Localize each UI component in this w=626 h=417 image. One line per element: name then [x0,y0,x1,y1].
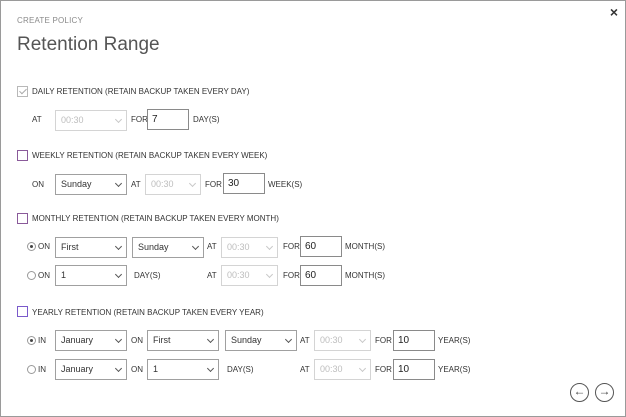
yearly-day-value: Sunday [231,335,262,345]
chevron-down-icon [284,335,293,344]
daily-for-label: FOR [131,115,148,124]
yearly-row2-in-label: IN [38,365,46,374]
monthly-row1-time-select[interactable]: 00:30 [221,237,278,258]
yearly-row1-at-label: AT [300,336,310,345]
monthly-row1-time-value: 00:30 [227,242,250,252]
yearly-retention-checkbox[interactable] [17,306,28,317]
yearly-row2-time-select[interactable]: 00:30 [314,359,371,380]
weekly-for-label: FOR [205,180,222,189]
monthly-row2-for-label: FOR [283,271,300,280]
weekly-day-value: Sunday [61,179,92,189]
weekly-count-input[interactable]: 30 [223,173,265,194]
yearly-row1-for-label: FOR [375,336,392,345]
chevron-down-icon [114,364,123,373]
yearly-row2-time-value: 00:30 [320,364,343,374]
weekly-time-select[interactable]: 00:30 [145,174,201,195]
yearly-week-select[interactable]: First [147,330,219,351]
yearly-row1-time-select[interactable]: 00:30 [314,330,371,351]
daily-at-label: AT [32,115,42,124]
monthly-row1-for-label: FOR [283,242,300,251]
yearly-retention-label: YEARLY RETENTION (RETAIN BACKUP TAKEN EV… [32,308,264,317]
close-icon[interactable]: × [610,4,618,20]
monthly-row2-count-input[interactable]: 60 [300,265,342,286]
yearly-row1-unit-label: YEAR(S) [438,336,471,345]
chevron-down-icon [191,242,200,251]
yearly-row1-month-select[interactable]: January [55,330,127,351]
yearly-row2-on-label: ON [131,365,143,374]
monthly-row2-time-select[interactable]: 00:30 [221,265,278,286]
monthly-day-value: Sunday [138,242,169,252]
chevron-down-icon [114,242,123,251]
daily-time-value: 00:30 [61,115,84,125]
breadcrumb: CREATE POLICY [17,16,84,25]
monthly-row1-at-label: AT [207,242,217,251]
monthly-retention-checkbox[interactable] [17,213,28,224]
monthly-row1-on-label: ON [38,242,50,251]
yearly-row2-for-label: FOR [375,365,392,374]
arrow-left-icon[interactable]: ← [570,383,589,402]
monthly-week-value: First [61,242,79,252]
weekly-retention-checkbox[interactable] [17,150,28,161]
monthly-row1-count-input[interactable]: 60 [300,236,342,257]
chevron-down-icon [206,335,215,344]
monthly-row1-unit-label: MONTH(S) [345,242,385,251]
yearly-day-select[interactable]: Sunday [225,330,297,351]
chevron-down-icon [114,335,123,344]
daily-time-select[interactable]: 00:30 [55,110,127,131]
monthly-daynum-value: 1 [61,270,67,280]
monthly-on-week-radio[interactable] [27,242,36,251]
yearly-row2-unit-label: YEAR(S) [438,365,471,374]
yearly-in-week-radio[interactable] [27,336,36,345]
page-title: Retention Range [17,34,160,55]
chevron-down-icon [114,270,123,279]
monthly-row2-on-label: ON [38,271,50,280]
yearly-row1-month-value: January [61,335,94,345]
yearly-in-day-radio[interactable] [27,365,36,374]
yearly-row1-on-label: ON [131,336,143,345]
yearly-daynum-value: 1 [153,364,159,374]
weekly-unit-label: WEEK(S) [268,180,303,189]
monthly-row2-unit-label: MONTH(S) [345,271,385,280]
daily-unit-label: DAY(S) [193,115,220,124]
yearly-row1-in-label: IN [38,336,46,345]
yearly-row2-day-unit: DAY(S) [227,365,254,374]
weekly-at-label: AT [131,180,141,189]
chevron-down-icon [358,335,367,344]
monthly-row2-day-unit: DAY(S) [134,271,161,280]
monthly-retention-label: MONTHLY RETENTION (RETAIN BACKUP TAKEN E… [32,214,279,223]
yearly-row1-count-input[interactable]: 10 [393,330,435,351]
daily-retention-checkbox[interactable] [17,86,28,97]
yearly-row2-month-select[interactable]: January [55,359,127,380]
weekly-time-value: 00:30 [151,179,174,189]
yearly-daynum-select[interactable]: 1 [147,359,219,380]
chevron-down-icon [206,364,215,373]
dialog-frame [0,0,626,417]
weekly-on-label: ON [32,180,44,189]
yearly-row2-count-input[interactable]: 10 [393,359,435,380]
daily-count-input[interactable]: 7 [147,109,189,130]
yearly-week-value: First [153,335,171,345]
yearly-row2-month-value: January [61,364,94,374]
monthly-on-day-radio[interactable] [27,271,36,280]
weekly-day-select[interactable]: Sunday [55,174,127,195]
weekly-retention-label: WEEKLY RETENTION (RETAIN BACKUP TAKEN EV… [32,151,268,160]
chevron-down-icon [358,364,367,373]
monthly-row2-time-value: 00:30 [227,270,250,280]
yearly-row2-at-label: AT [300,365,310,374]
chevron-down-icon [265,242,274,251]
chevron-down-icon [114,115,123,124]
yearly-row1-time-value: 00:30 [320,335,343,345]
monthly-week-select[interactable]: First [55,237,127,258]
chevron-down-icon [114,179,123,188]
daily-retention-label: DAILY RETENTION (RETAIN BACKUP TAKEN EVE… [32,87,250,96]
chevron-down-icon [265,270,274,279]
chevron-down-icon [188,179,197,188]
monthly-row2-at-label: AT [207,271,217,280]
monthly-day-select[interactable]: Sunday [132,237,204,258]
monthly-daynum-select[interactable]: 1 [55,265,127,286]
arrow-right-icon[interactable]: → [595,383,614,402]
